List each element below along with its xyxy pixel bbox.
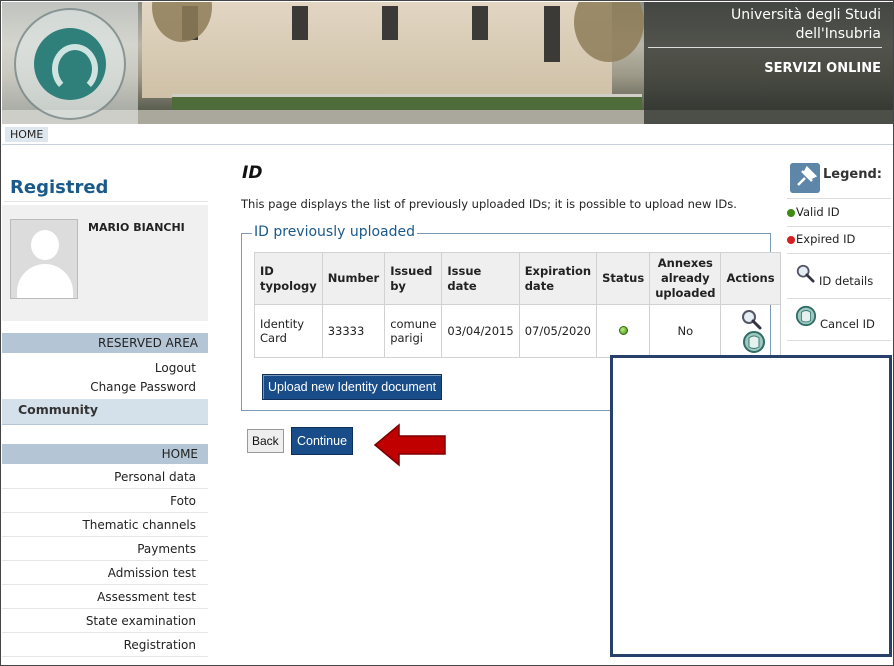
header-divider <box>648 47 882 48</box>
magnifier-icon <box>796 264 815 283</box>
upload-new-id-button[interactable]: Upload new Identity document <box>262 374 443 400</box>
services-label: SERVIZI ONLINE <box>764 61 881 76</box>
legend-header: Legend: <box>787 157 891 199</box>
menu-item-payments[interactable]: Payments <box>2 537 208 561</box>
pin-icon <box>790 163 820 193</box>
user-profile-card: MARIO BIANCHI <box>2 205 208 321</box>
table-row: Identity Card 33333 comune parigi 03/04/… <box>254 304 781 358</box>
cell-annexes: No <box>649 304 722 358</box>
reserved-area-header: RESERVED AREA <box>2 333 208 353</box>
legend-expired: Expired ID <box>787 228 891 254</box>
cell-number: 33333 <box>321 304 386 358</box>
breadcrumb: HOME <box>2 125 893 145</box>
avatar-body <box>17 264 73 298</box>
continue-button[interactable]: Continue <box>291 427 354 455</box>
menu-item-thematic-channels[interactable]: Thematic channels <box>2 513 208 537</box>
breadcrumb-home-link[interactable]: HOME <box>5 127 49 142</box>
logo-emblem-icon <box>34 28 106 100</box>
sidebar: Registred MARIO BIANCHI RESERVED AREA Lo… <box>2 147 208 665</box>
legend-valid: Valid ID <box>787 201 891 227</box>
menu-item-personal-data[interactable]: Personal data <box>2 465 208 489</box>
header-photo-window <box>292 6 308 40</box>
ids-table: ID typology Number Issued by Issue date … <box>254 252 781 358</box>
cell-actions <box>720 304 781 358</box>
header-photo-window <box>472 6 488 40</box>
col-header-number: Number <box>321 252 386 305</box>
page-title: ID <box>242 163 263 183</box>
col-header-issue-date: Issue date <box>441 252 520 305</box>
menu-item-assessment-test[interactable]: Assessment test <box>2 585 208 609</box>
cell-issued-by: comune parigi <box>384 304 443 358</box>
col-header-typology: ID typology <box>254 252 323 305</box>
logout-link[interactable]: Logout <box>2 361 208 375</box>
fieldset-title: ID previously uploaded <box>252 224 418 240</box>
cancel-globe-icon <box>795 305 817 327</box>
col-header-status: Status <box>596 252 651 305</box>
cancel-globe-icon[interactable] <box>742 330 766 354</box>
valid-dot-icon <box>787 208 795 217</box>
menu-item-registration[interactable]: Registration <box>2 633 208 657</box>
legend-cancel: Cancel ID <box>787 301 891 341</box>
col-header-actions: Actions <box>720 252 781 305</box>
col-header-issued-by: Issued by <box>384 252 443 305</box>
university-name-line2: dell'Insubria <box>795 26 881 42</box>
window-frame: Università degli Studi dell'Insubria SER… <box>0 0 894 666</box>
legend-cancel-label: Cancel ID <box>820 317 875 331</box>
menu-item-state-examination[interactable]: State examination <box>2 609 208 633</box>
site-header: Università degli Studi dell'Insubria SER… <box>2 2 893 124</box>
table-header-row: ID typology Number Issued by Issue date … <box>254 252 781 305</box>
legend-title: Legend: <box>823 167 882 182</box>
avatar-head <box>31 230 59 260</box>
sidebar-title: Registred <box>10 177 109 198</box>
avatar <box>10 219 78 299</box>
back-button[interactable]: Back <box>247 429 284 453</box>
overlay-blank-panel <box>610 355 892 657</box>
menu-item-admission-test[interactable]: Admission test <box>2 561 208 585</box>
magnifier-icon[interactable] <box>740 308 762 330</box>
col-header-annexes: Annexes already uploaded <box>649 252 722 305</box>
expired-dot-icon <box>787 235 795 244</box>
cell-issue-date: 03/04/2015 <box>441 304 520 358</box>
cell-status <box>596 304 651 358</box>
status-valid-icon <box>618 326 628 335</box>
left-arrow-icon <box>373 423 446 467</box>
community-header[interactable]: Community <box>2 399 208 425</box>
cell-expiration-date: 07/05/2020 <box>518 304 598 358</box>
menu-item-foto[interactable]: Foto <box>2 489 208 513</box>
legend-details-label: ID details <box>819 274 874 288</box>
university-name: Università degli Studi dell'Insubria <box>731 6 881 44</box>
sidebar-divider <box>4 201 208 202</box>
user-name: MARIO BIANCHI <box>88 221 185 234</box>
header-photo-building <box>142 2 612 98</box>
legend-expired-label: Expired ID <box>796 232 856 246</box>
legend-valid-label: Valid ID <box>796 205 840 219</box>
university-name-line1: Università degli Studi <box>730 7 881 23</box>
col-header-expiration-date: Expiration date <box>518 252 598 305</box>
home-menu-header[interactable]: HOME <box>2 444 208 464</box>
page-description: This page displays the list of previousl… <box>241 197 737 211</box>
header-photo-door <box>544 6 560 62</box>
logo-seal <box>14 8 126 120</box>
cell-typology: Identity Card <box>254 304 323 358</box>
header-photo-window <box>382 6 398 40</box>
university-logo[interactable] <box>2 2 138 124</box>
change-password-link[interactable]: Change Password <box>2 380 208 394</box>
legend-details: ID details <box>787 257 891 299</box>
